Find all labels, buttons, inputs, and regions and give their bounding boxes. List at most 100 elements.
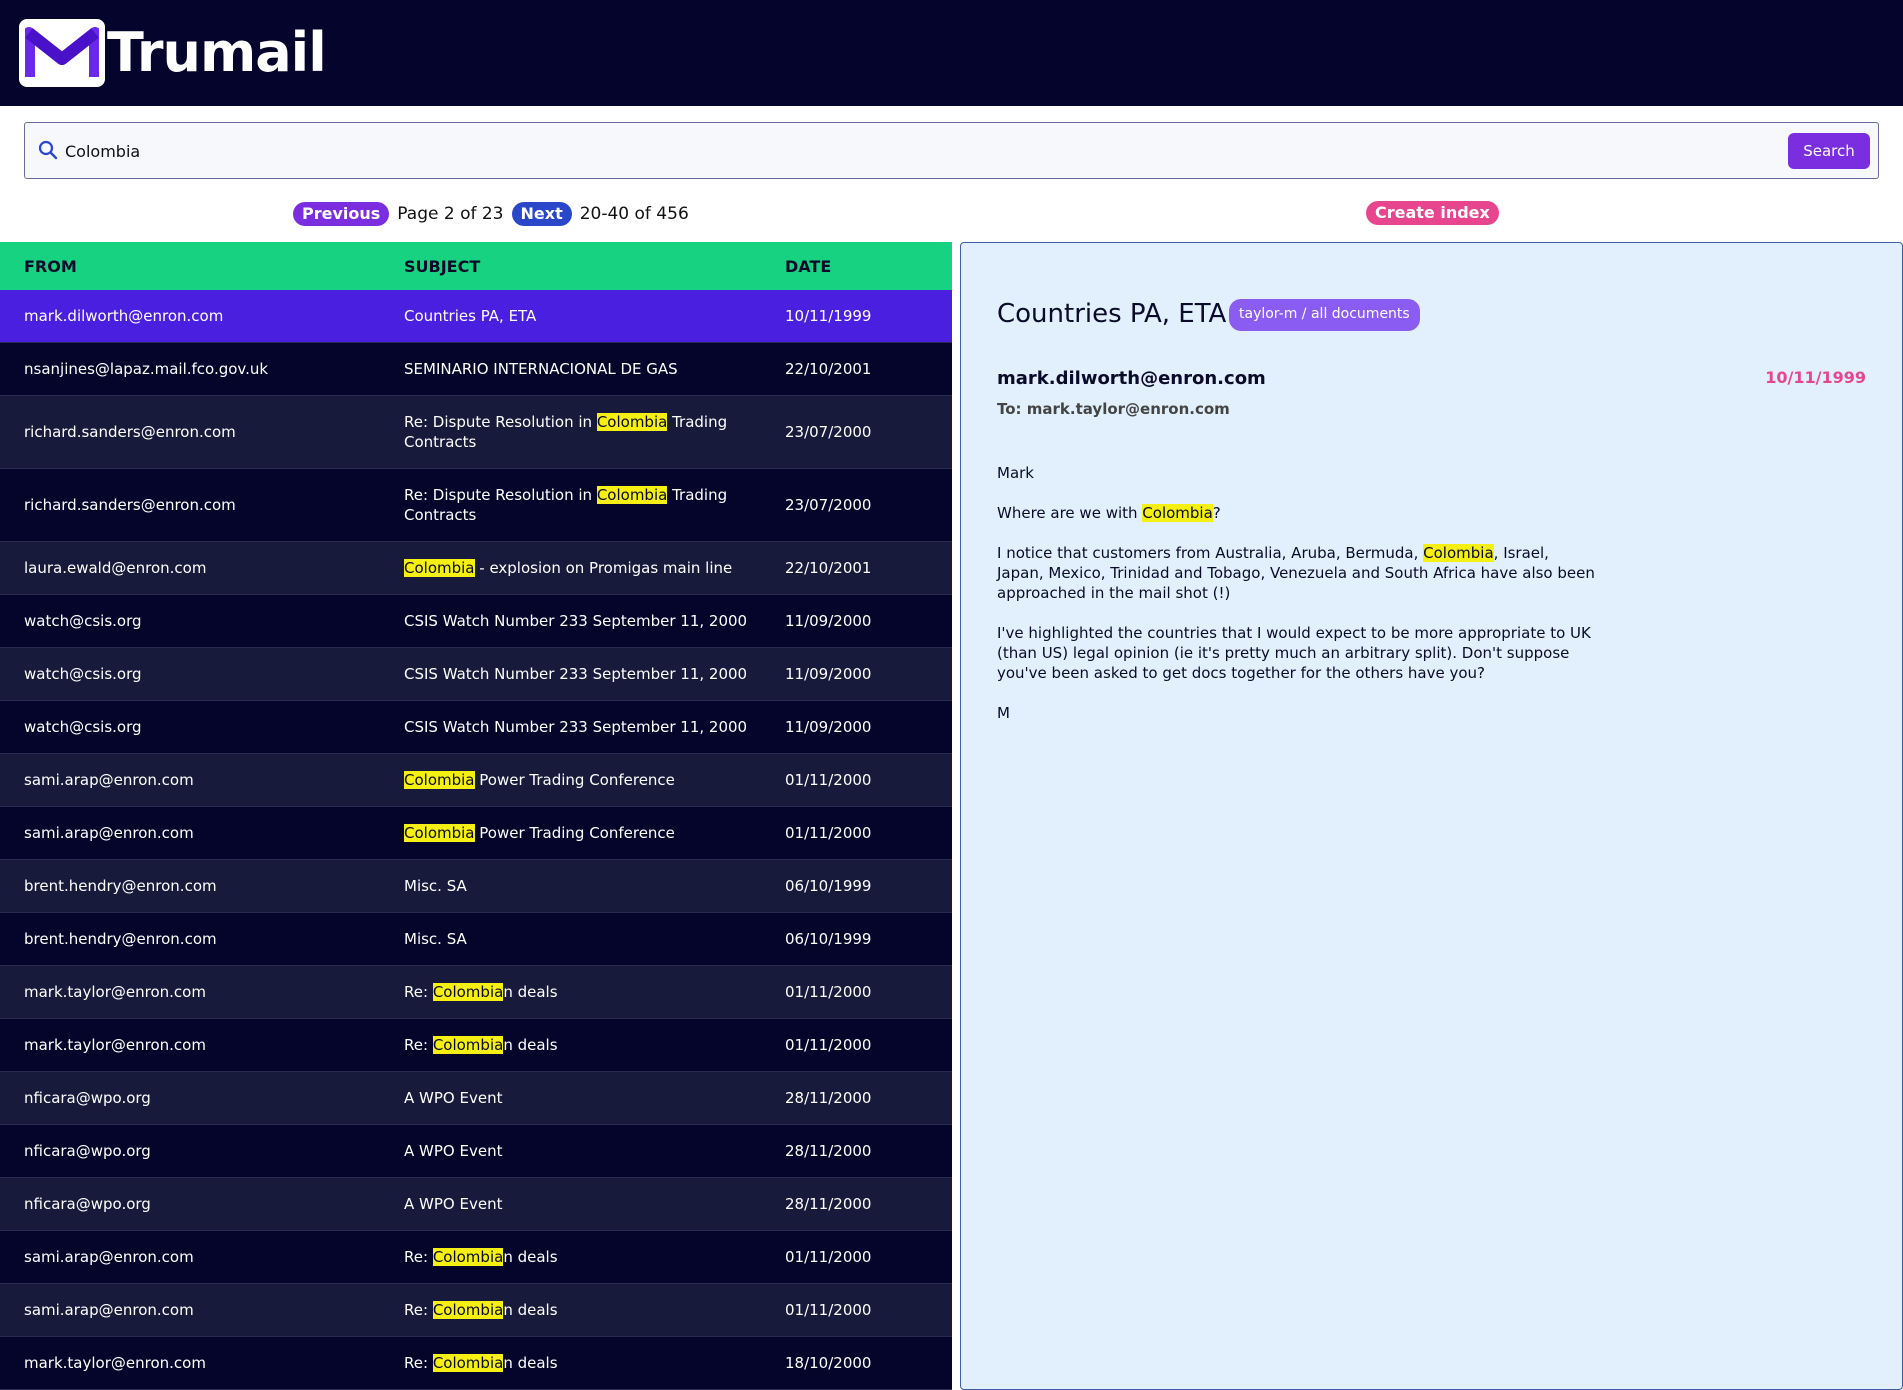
top-bar: Trumail [0,0,1903,106]
search-highlight: Colombia [404,824,475,842]
preview-paragraph: M [997,704,1010,722]
search-highlight: Colombia [1142,504,1213,522]
preview-date: 10/11/1999 [1765,368,1866,387]
email-sender: nficara@wpo.org [24,1142,151,1160]
email-date: 22/10/2001 [785,360,872,378]
email-date: 28/11/2000 [785,1142,872,1160]
email-date: 23/07/2000 [785,496,872,514]
email-sender: brent.hendry@enron.com [24,930,217,948]
email-sender: nficara@wpo.org [24,1195,151,1213]
email-sender: mark.taylor@enron.com [24,983,206,1001]
email-row[interactable]: nficara@wpo.org A WPO Event 28/11/2000 [0,1125,952,1178]
preview-paragraph: I've highlighted the countries that I wo… [997,624,1591,682]
email-row[interactable]: nficara@wpo.org A WPO Event 28/11/2000 [0,1072,952,1125]
email-preview: Countries PA, ETA taylor-m / all documen… [960,242,1903,1390]
email-subject: Misc. SA [404,877,467,895]
email-date: 01/11/2000 [785,983,872,1001]
email-row[interactable]: mark.dilworth@enron.com Countries PA, ETA… [0,290,952,343]
email-row[interactable]: watch@csis.org CSIS Watch Number 233 Sept… [0,595,952,648]
email-date: 11/09/2000 [785,718,872,736]
search-highlight: Colombia [404,559,475,577]
email-list-header: FROM SUBJECT DATE [0,242,952,290]
column-header-date[interactable]: DATE [761,257,952,276]
preview-paragraph: I notice that customers from Australia, … [997,544,1595,602]
email-date: 06/10/1999 [785,930,872,948]
email-subject: Colombia - explosion on Promigas main li… [404,559,733,577]
email-subject: Misc. SA [404,930,467,948]
email-sender: watch@csis.org [24,718,142,736]
email-subject: SEMINARIO INTERNACIONAL DE GAS [404,360,678,378]
email-subject: Re: Colombian deals [404,1248,558,1266]
email-row[interactable]: richard.sanders@enron.com Re: Dispute Res… [0,396,952,469]
email-sender: watch@csis.org [24,612,142,630]
search-highlight: Colombia [432,1036,504,1054]
email-row[interactable]: mark.taylor@enron.com Re: Colombian deals… [0,1337,952,1390]
previous-page-button[interactable]: Previous [293,202,390,226]
email-date: 28/11/2000 [785,1195,872,1213]
email-row[interactable]: sami.arap@enron.com Re: Colombian deals 01… [0,1284,952,1337]
email-subject: Colombia Power Trading Conference [404,771,675,789]
email-row[interactable]: brent.hendry@enron.com Misc. SA 06/10/1999 [0,860,952,913]
email-date: 28/11/2000 [785,1089,872,1107]
search-highlight: Colombia [404,771,475,789]
email-row[interactable]: laura.ewald@enron.com Colombia - explosio… [0,542,952,595]
email-row[interactable]: watch@csis.org CSIS Watch Number 233 Sept… [0,701,952,754]
column-header-subject[interactable]: SUBJECT [380,257,761,276]
email-sender: mark.dilworth@enron.com [24,307,224,325]
email-row[interactable]: nsanjines@lapaz.mail.fco.gov.uk SEMINARIO… [0,343,952,396]
email-date: 23/07/2000 [785,423,872,441]
email-date: 01/11/2000 [785,1301,872,1319]
email-date: 10/11/1999 [785,307,872,325]
search-bar: Search [24,122,1879,179]
pagination: Previous Page 2 of 23 Next 20-40 of 456 [293,201,689,227]
email-sender: sami.arap@enron.com [24,824,194,842]
email-sender: sami.arap@enron.com [24,1248,194,1266]
email-date: 22/10/2001 [785,559,872,577]
email-row[interactable]: watch@csis.org CSIS Watch Number 233 Sept… [0,648,952,701]
email-subject: Re: Colombian deals [404,1301,558,1319]
search-icon [38,140,58,164]
email-list: FROM SUBJECT DATE mark.dilworth@enron.co… [0,242,952,1390]
preview-paragraph: Mark [997,464,1034,482]
email-row[interactable]: sami.arap@enron.com Re: Colombian deals 01… [0,1231,952,1284]
search-input[interactable] [65,135,1765,167]
email-rows: mark.dilworth@enron.com Countries PA, ETA… [0,290,952,1390]
next-page-button[interactable]: Next [511,202,572,226]
logo-icon [19,19,105,87]
email-subject: Re: Colombian deals [404,1354,558,1372]
email-sender: laura.ewald@enron.com [24,559,207,577]
email-row[interactable]: brent.hendry@enron.com Misc. SA 06/10/1999 [0,913,952,966]
email-sender: mark.taylor@enron.com [24,1036,206,1054]
email-sender: sami.arap@enron.com [24,771,194,789]
search-highlight: Colombia [432,1248,504,1266]
email-row[interactable]: sami.arap@enron.com Colombia Power Tradin… [0,807,952,860]
email-subject: Re: Colombian deals [404,983,558,1001]
result-range: 20-40 of 456 [579,204,689,224]
email-sender: richard.sanders@enron.com [24,423,236,441]
email-subject: Re: Colombian deals [404,1036,558,1054]
email-subject: A WPO Event [404,1142,503,1160]
column-header-from[interactable]: FROM [0,257,380,276]
email-date: 11/09/2000 [785,665,872,683]
email-row[interactable]: mark.taylor@enron.com Re: Colombian deals… [0,966,952,1019]
create-index-button[interactable]: Create index [1366,201,1499,225]
email-subject: CSIS Watch Number 233 September 11, 2000 [404,718,748,736]
email-sender: watch@csis.org [24,665,142,683]
search-highlight: Colombia [432,983,504,1001]
search-button[interactable]: Search [1788,133,1870,169]
email-date: 06/10/1999 [785,877,872,895]
email-subject: Countries PA, ETA [404,307,537,325]
email-row[interactable]: richard.sanders@enron.com Re: Dispute Res… [0,469,952,542]
email-row[interactable]: nficara@wpo.org A WPO Event 28/11/2000 [0,1178,952,1231]
email-row[interactable]: sami.arap@enron.com Colombia Power Tradin… [0,754,952,807]
email-date: 11/09/2000 [785,612,872,630]
folder-badge[interactable]: taylor-m / all documents [1229,299,1420,331]
app-name: Trumail [107,21,327,84]
email-subject: Colombia Power Trading Conference [404,824,675,842]
search-highlight: Colombia [432,1354,504,1372]
email-subject: A WPO Event [404,1089,503,1107]
email-sender: mark.taylor@enron.com [24,1354,206,1372]
email-row[interactable]: mark.taylor@enron.com Re: Colombian deals… [0,1019,952,1072]
preview-body: Mark Where are we with Colombia? I notice … [997,463,1597,743]
email-date: 01/11/2000 [785,1248,872,1266]
